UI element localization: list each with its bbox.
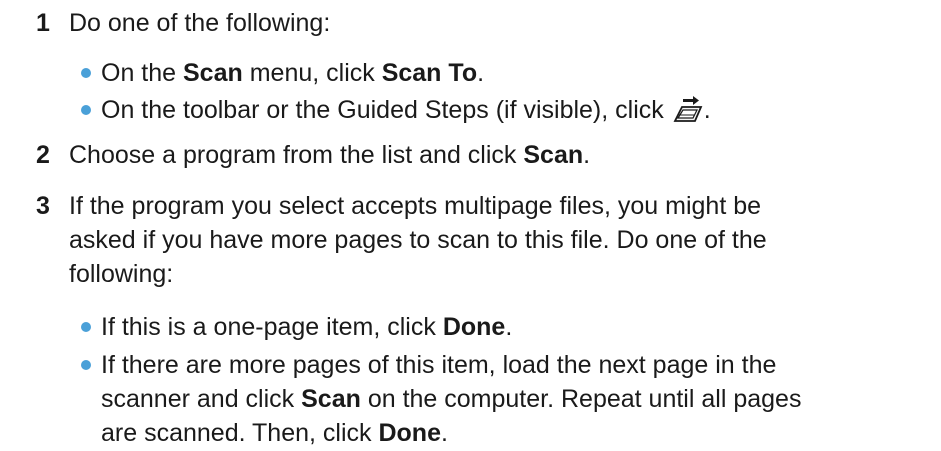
button-name-done: Done	[378, 419, 441, 447]
step-number: 3	[36, 192, 50, 220]
step-text: Do one of the following:	[69, 9, 331, 37]
bullet-text: If there are more pages of this item, lo…	[101, 351, 802, 447]
step-number: 1	[36, 9, 50, 37]
bullet-text: If this is a one-page item, click Done.	[101, 313, 513, 341]
step-number: 2	[36, 141, 50, 169]
step-text: Choose a program from the list and click…	[69, 141, 591, 169]
step-text-line: asked if you have more pages to scan to …	[69, 226, 767, 254]
step-text-line: If the program you select accepts multip…	[69, 192, 762, 220]
button-name-scan: Scan	[523, 141, 584, 169]
scan-to-icon	[673, 96, 703, 133]
button-name-scan: Scan	[301, 385, 361, 413]
command-scan-to: Scan To	[381, 59, 478, 87]
button-name-done: Done	[442, 313, 506, 341]
bullet-text: On the toolbar or the Guided Steps (if v…	[101, 93, 921, 133]
menu-name-scan: Scan	[183, 59, 243, 87]
bullet-dot	[81, 68, 91, 78]
bullet-dot	[81, 322, 91, 332]
step-text-line: following:	[69, 260, 174, 288]
instruction-document: 1 Do one of the following: On the Scan m…	[0, 0, 941, 451]
bullet-dot	[81, 360, 91, 370]
bullet-text: On the Scan menu, click Scan To.	[101, 59, 485, 87]
bullet-dot	[81, 105, 91, 115]
step-text: If the program you select accepts multip…	[69, 189, 921, 291]
